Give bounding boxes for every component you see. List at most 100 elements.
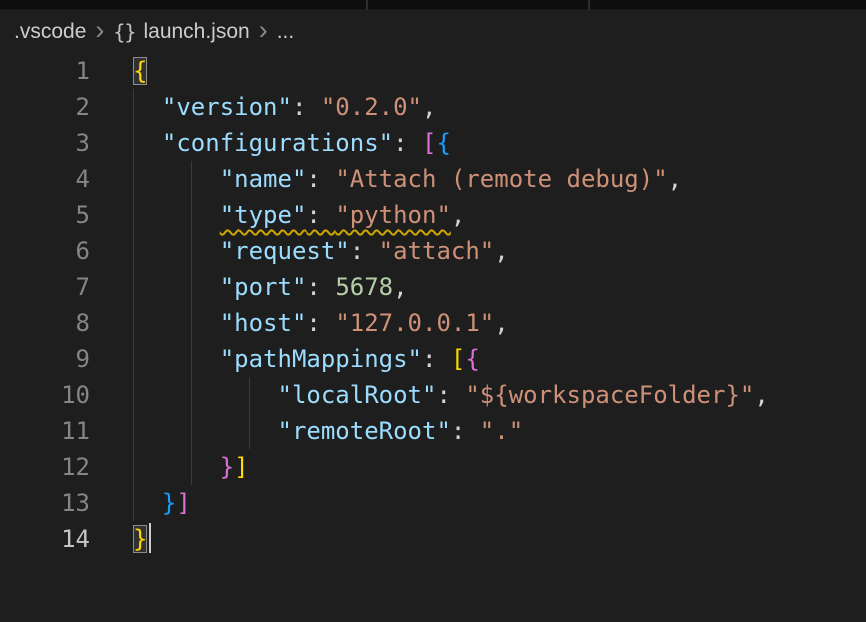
- indent-guide: [133, 89, 134, 125]
- code-token: "localRoot": [278, 381, 437, 409]
- indent-guide: [191, 305, 192, 341]
- code-token: "Attach (remote debug)": [335, 165, 667, 193]
- indent-guide: [133, 485, 134, 521]
- chevron-right-icon: ›: [250, 20, 277, 40]
- code-token: ,: [451, 201, 465, 229]
- code-token: [133, 129, 162, 157]
- indent-guide: [133, 197, 134, 233]
- code-token: :: [306, 165, 335, 193]
- indent-guide: [191, 197, 192, 233]
- code-token: [133, 165, 220, 193]
- indent-guide: [191, 377, 192, 413]
- line-number: 13: [0, 485, 90, 521]
- code-token: [133, 201, 220, 229]
- indent-guide: [191, 413, 192, 449]
- code-token: ".": [480, 417, 523, 445]
- line-number: 9: [0, 341, 90, 377]
- code-line-3[interactable]: 3 "configurations": [{: [0, 125, 866, 161]
- code-line-8[interactable]: 8 "host": "127.0.0.1",: [0, 305, 866, 341]
- code-token: "0.2.0": [321, 93, 422, 121]
- code-token: [133, 381, 278, 409]
- code-token: "host": [220, 309, 307, 337]
- code-line-2[interactable]: 2 "version": "0.2.0",: [0, 89, 866, 125]
- json-file-icon: {}: [113, 20, 135, 44]
- code-token: ]: [234, 453, 248, 481]
- code-line-13[interactable]: 13 }]: [0, 485, 866, 521]
- line-number: 7: [0, 269, 90, 305]
- code-token: {: [465, 345, 479, 373]
- code-token: :: [306, 201, 335, 229]
- code-line-content: "configurations": [{: [133, 125, 451, 161]
- code-token: ,: [393, 273, 407, 301]
- code-line-11[interactable]: 11 "remoteRoot": ".": [0, 413, 866, 449]
- breadcrumb-label: .vscode: [14, 20, 86, 44]
- indent-guide: [133, 161, 134, 197]
- indent-guide: [133, 125, 134, 161]
- indent-guide: [133, 341, 134, 377]
- code-line-content: }]: [133, 485, 191, 521]
- code-token: :: [350, 237, 379, 265]
- indent-guide: [133, 377, 134, 413]
- code-token: "pathMappings": [220, 345, 422, 373]
- chevron-right-icon: ›: [86, 20, 113, 40]
- code-line-content: "port": 5678,: [133, 269, 408, 305]
- breadcrumb-symbol-ellipsis[interactable]: ...: [277, 20, 295, 44]
- breadcrumb-file-launch-json[interactable]: {}launch.json: [113, 20, 249, 44]
- indent-guide: [133, 233, 134, 269]
- line-number: 4: [0, 161, 90, 197]
- code-line-content: "name": "Attach (remote debug)",: [133, 161, 682, 197]
- code-line-content: "type": "python",: [133, 197, 465, 233]
- code-token: "configurations": [162, 129, 393, 157]
- code-token: {: [133, 57, 147, 85]
- code-token: :: [306, 273, 335, 301]
- code-token: :: [393, 129, 422, 157]
- code-line-content: "request": "attach",: [133, 233, 509, 269]
- code-line-10[interactable]: 10 "localRoot": "${workspaceFolder}",: [0, 377, 866, 413]
- code-line-7[interactable]: 7 "port": 5678,: [0, 269, 866, 305]
- indent-guide: [133, 269, 134, 305]
- indent-guide: [191, 269, 192, 305]
- code-token: }: [220, 453, 234, 481]
- indent-guide: [249, 413, 250, 449]
- code-line-6[interactable]: 6 "request": "attach",: [0, 233, 866, 269]
- code-token: :: [292, 93, 321, 121]
- code-token: :: [451, 417, 480, 445]
- code-token: [133, 273, 220, 301]
- indent-guide: [133, 305, 134, 341]
- code-token: [133, 453, 220, 481]
- code-token: [133, 417, 278, 445]
- code-line-content: "pathMappings": [{: [133, 341, 480, 377]
- code-line-5[interactable]: 5 "type": "python",: [0, 197, 866, 233]
- code-token: [133, 93, 162, 121]
- line-number: 14: [0, 521, 90, 557]
- code-token: :: [306, 309, 335, 337]
- code-token: "attach": [379, 237, 495, 265]
- code-line-1[interactable]: 1{: [0, 53, 866, 89]
- code-token: [133, 489, 162, 517]
- code-line-4[interactable]: 4 "name": "Attach (remote debug)",: [0, 161, 866, 197]
- code-line-content: }]: [133, 449, 249, 485]
- code-line-12[interactable]: 12 }]: [0, 449, 866, 485]
- code-token: "request": [220, 237, 350, 265]
- code-token: :: [422, 345, 451, 373]
- code-token: "port": [220, 273, 307, 301]
- code-line-9[interactable]: 9 "pathMappings": [{: [0, 341, 866, 377]
- code-line-content: }: [133, 521, 151, 557]
- line-number: 2: [0, 89, 90, 125]
- line-number: 8: [0, 305, 90, 341]
- code-token: 5678: [335, 273, 393, 301]
- tab-bar-strip: [0, 0, 866, 10]
- code-token: [: [422, 129, 436, 157]
- code-editor[interactable]: 1{2 "version": "0.2.0",3 "configurations…: [0, 53, 866, 557]
- code-token: "name": [220, 165, 307, 193]
- code-token: "127.0.0.1": [335, 309, 494, 337]
- code-line-14[interactable]: 14}: [0, 521, 866, 557]
- indent-guide: [191, 161, 192, 197]
- indent-guide: [191, 449, 192, 485]
- code-token: ]: [176, 489, 190, 517]
- breadcrumb-folder-vscode[interactable]: .vscode: [14, 20, 86, 44]
- line-number: 3: [0, 125, 90, 161]
- code-token: [: [451, 345, 465, 373]
- line-number: 1: [0, 53, 90, 89]
- indent-guide: [191, 233, 192, 269]
